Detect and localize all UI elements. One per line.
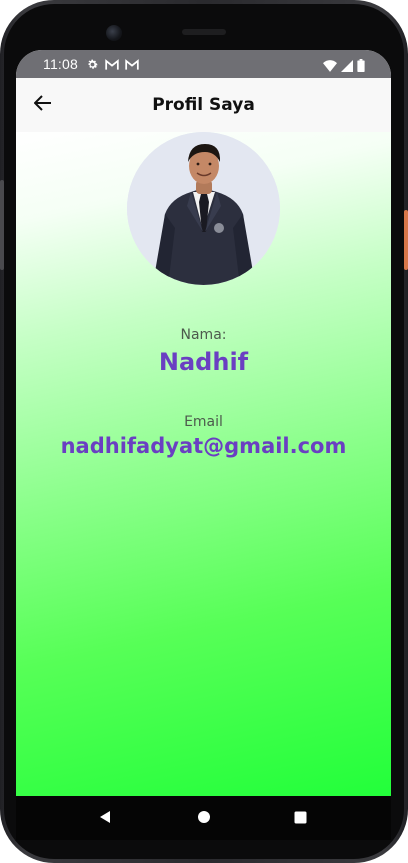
screen: 11:08 Profil Saya Nama: Nadhif Email nad… [16,50,391,835]
nav-back-button[interactable] [83,796,127,840]
name-value: Nadhif [158,348,249,376]
recents-square-icon [294,809,307,828]
email-label: Email [184,414,223,430]
profile-photo [127,132,280,285]
app-bar: Profil Saya [16,78,391,132]
status-system-icons [323,57,365,76]
gmail-icon [125,56,139,75]
battery-icon [357,57,365,76]
signal-icon [341,57,353,76]
wifi-icon [323,57,337,76]
system-nav-bar [16,796,391,840]
status-bar: 11:08 [16,50,391,78]
name-label: Nama: [180,327,227,343]
volume-button [0,180,4,270]
avatar [127,132,280,285]
page-title: Profil Saya [152,95,255,115]
earpiece-speaker [182,29,226,35]
email-value: nadhifadyat@gmail.com [60,434,347,458]
back-triangle-icon [98,809,112,828]
home-circle-icon [197,809,211,828]
nav-home-button[interactable] [182,796,226,840]
profile-content: Nama: Nadhif Email nadhifadyat@gmail.com [16,132,391,797]
nav-recents-button[interactable] [278,796,322,840]
gear-icon [86,56,99,75]
power-button [404,210,408,270]
status-notification-icons [86,56,139,75]
front-camera [106,25,122,41]
status-time: 11:08 [43,56,78,72]
gmail-icon [105,56,119,75]
